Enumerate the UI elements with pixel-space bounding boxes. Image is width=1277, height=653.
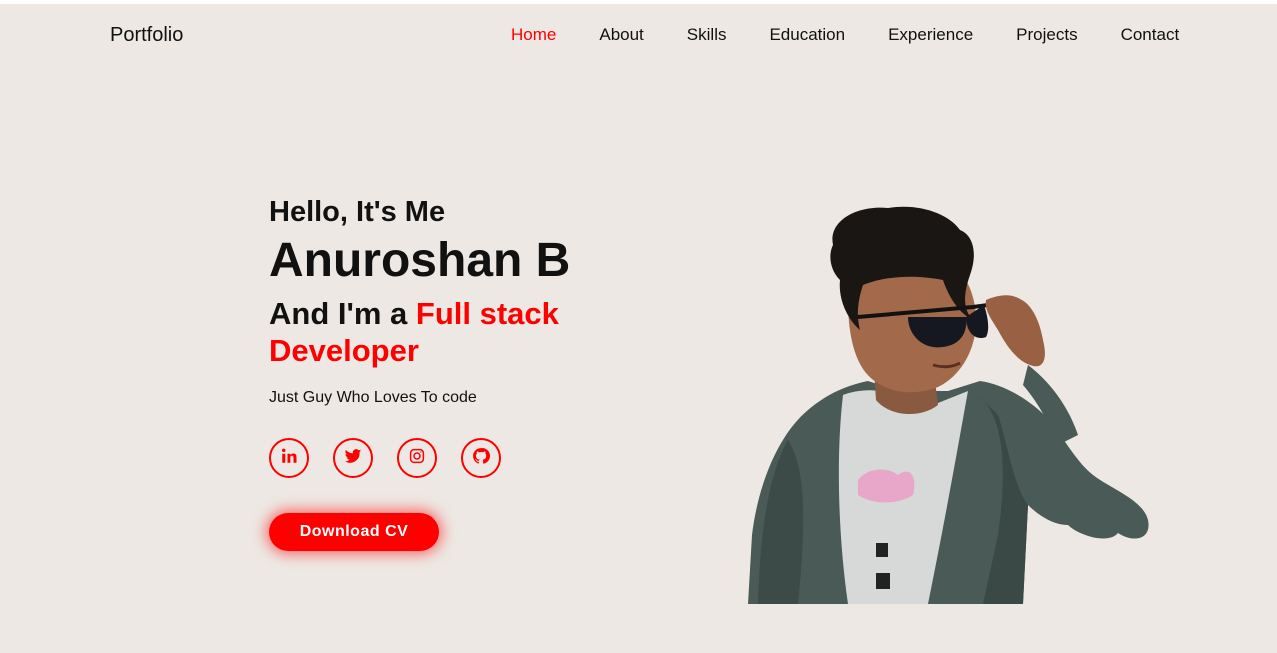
nav-item-projects[interactable]: Projects bbox=[1016, 25, 1077, 45]
name-heading: Anuroshan B bbox=[269, 234, 571, 287]
role-prefix: And I'm a bbox=[269, 296, 416, 331]
twitter-link[interactable] bbox=[333, 438, 373, 478]
nav-item-skills[interactable]: Skills bbox=[687, 25, 727, 45]
site-logo[interactable]: Portfolio bbox=[110, 24, 183, 47]
nav-item-about[interactable]: About bbox=[599, 25, 643, 45]
nav-item-experience[interactable]: Experience bbox=[888, 25, 973, 45]
github-link[interactable] bbox=[461, 438, 501, 478]
nav-item-home[interactable]: Home bbox=[511, 25, 556, 45]
hero-section: Hello, It's Me Anuroshan B And I'm a Ful… bbox=[269, 193, 629, 551]
linkedin-icon bbox=[280, 447, 298, 470]
linkedin-link[interactable] bbox=[269, 438, 309, 478]
nav-item-education[interactable]: Education bbox=[769, 25, 845, 45]
nav-menu: Home About Skills Education Experience P… bbox=[511, 25, 1179, 45]
profile-photo bbox=[748, 205, 1150, 604]
greeting-heading: Hello, It's Me bbox=[269, 196, 446, 228]
github-icon bbox=[472, 447, 490, 470]
instagram-icon bbox=[408, 447, 426, 470]
navbar: Portfolio Home About Skills Education Ex… bbox=[0, 4, 1277, 64]
download-cv-button[interactable]: Download CV bbox=[269, 513, 439, 551]
role-heading: And I'm a Full stack Developer bbox=[269, 295, 629, 369]
social-links bbox=[269, 438, 629, 478]
tagline: Just Guy Who Loves To code bbox=[269, 389, 477, 406]
nav-item-contact[interactable]: Contact bbox=[1121, 25, 1180, 45]
twitter-icon bbox=[344, 447, 362, 470]
instagram-link[interactable] bbox=[397, 438, 437, 478]
